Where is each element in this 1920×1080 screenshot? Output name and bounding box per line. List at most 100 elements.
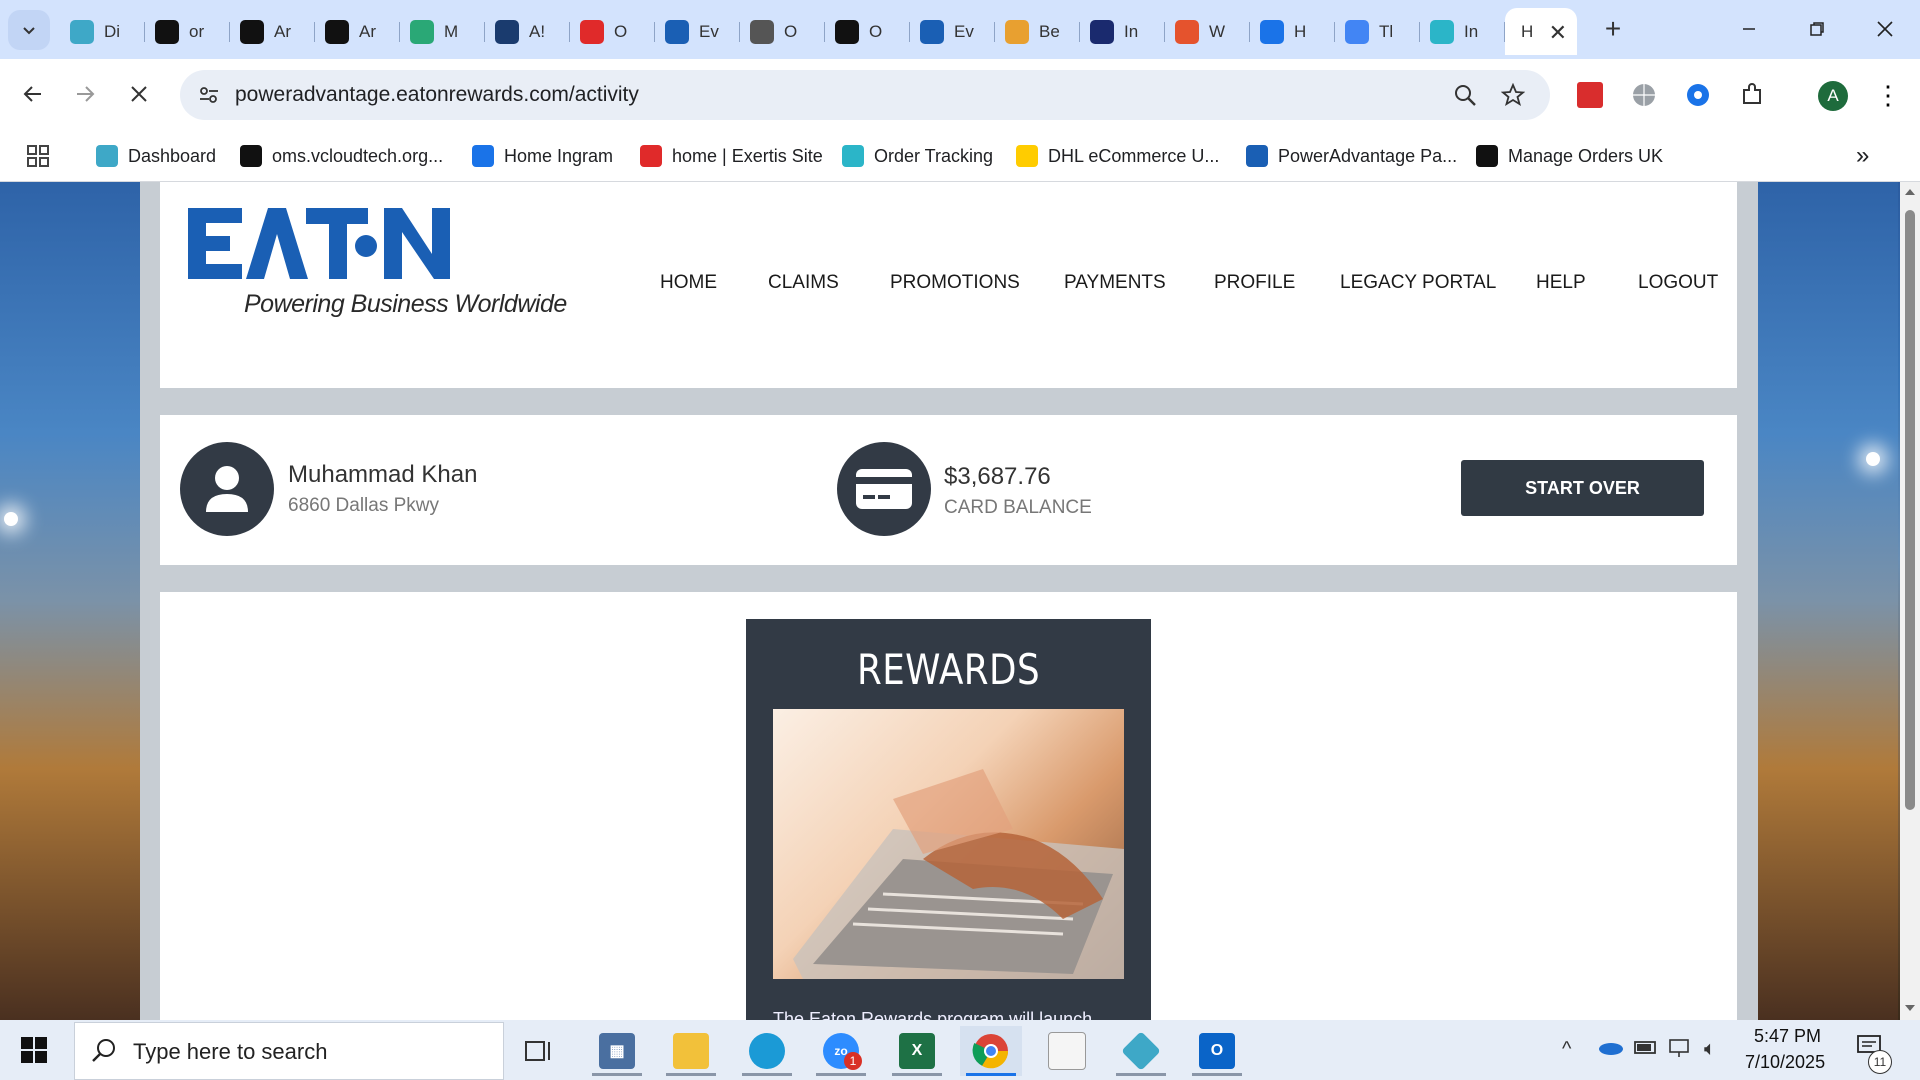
start-over-button[interactable]: START OVER [1461,460,1704,516]
profile-avatar[interactable]: A [1818,81,1848,111]
outlook-app-icon[interactable]: O [1186,1026,1248,1076]
apps-grid-icon[interactable] [26,143,50,169]
clock-date[interactable]: 7/10/2025 [1745,1052,1825,1073]
browser-tab[interactable]: Ev [910,8,995,55]
browser-tab[interactable]: In [1420,8,1505,55]
browser-tab[interactable]: Ar [315,8,400,55]
tab-title: Be [1039,21,1060,41]
scroll-down-icon[interactable] [1904,1004,1916,1014]
bookmark-star-icon[interactable] [1501,83,1525,107]
bookmark-item[interactable]: Manage Orders UK [1476,143,1663,169]
menu-kebab-icon[interactable]: ⋮ [1872,79,1904,111]
browser-tab[interactable]: Ar [230,8,315,55]
task-view-icon[interactable] [508,1026,570,1076]
web-page: Powering Business Worldwide HOME CLAIMS PR… [0,182,1900,1020]
bookmark-item[interactable]: PowerAdvantage Pa... [1246,143,1457,169]
zoom-app-icon[interactable]: zo 1 [810,1026,872,1076]
bookmark-item[interactable]: Order Tracking [842,143,993,169]
browser-tab[interactable]: In [1080,8,1165,55]
network-icon[interactable] [1668,1038,1694,1064]
zoom-badge: 1 [844,1052,862,1070]
clock-time[interactable]: 5:47 PM [1754,1026,1821,1047]
active-browser-tab[interactable]: H ✕ [1505,8,1577,55]
tab-title: A! [529,21,546,41]
more-bookmarks-icon[interactable]: » [1856,142,1869,169]
address-bar[interactable]: poweradvantage.eatonrewards.com/activity [180,70,1550,120]
chrome-app-icon[interactable] [960,1026,1022,1076]
puzzle-blue-extension-icon[interactable] [1682,79,1714,111]
browser-tab[interactable]: or [145,8,230,55]
browser-tab[interactable]: W [1165,8,1250,55]
zoom-icon[interactable] [1453,83,1477,107]
browser-tab[interactable]: O [825,8,910,55]
browser-tab[interactable]: O [740,8,825,55]
nav-link-payments[interactable]: PAYMENTS [1064,272,1166,294]
notepad-app-icon[interactable] [1036,1026,1098,1076]
nav-link-home[interactable]: HOME [660,272,717,294]
eaton-e-icon [920,19,944,44]
tab-title: M [444,21,459,41]
bookmark-item[interactable]: Home Ingram [472,143,613,169]
browser-tab[interactable]: Di [60,8,145,55]
stop-loading-button[interactable] [118,73,160,115]
close-icon [131,86,147,102]
browser-tab[interactable]: A! [485,8,570,55]
browser-tab[interactable]: M [400,8,485,55]
start-button[interactable] [14,1032,54,1068]
bookmark-label: oms.vcloudtech.org... [272,145,444,166]
nav-link-claims[interactable]: CLAIMS [768,272,839,294]
forward-button[interactable] [64,73,106,115]
browser-tab[interactable]: Tl [1335,8,1420,55]
excel-app-icon[interactable]: X [886,1026,948,1076]
scroll-up-icon[interactable] [1904,186,1916,196]
battery-icon[interactable] [1634,1038,1658,1062]
file-explorer-app-icon[interactable] [660,1026,722,1076]
tab-title: or [189,21,205,41]
notifications-icon[interactable]: 11 [1856,1034,1892,1074]
rewards-description: The Eaton Rewards program will launch [773,1009,1093,1020]
ingram-icon [472,145,494,167]
tab-title: W [1209,21,1226,41]
browser-tab[interactable]: H [1250,8,1335,55]
pdf-extension-icon[interactable] [1574,79,1606,111]
show-hidden-icons-icon[interactable]: ^ [1562,1038,1571,1061]
notification-count: 11 [1868,1050,1892,1074]
calculator-app-icon[interactable]: ▦ [586,1026,648,1076]
city-background-right [1758,182,1898,1020]
exertis-icon [640,145,662,167]
minimize-button[interactable] [1724,10,1774,48]
extensions-icon[interactable] [1736,79,1768,111]
back-button[interactable] [12,73,54,115]
globe-extension-icon[interactable] [1628,79,1660,111]
credit-card-icon [837,442,931,536]
scroll-thumb[interactable] [1905,210,1915,810]
nav-link-promotions[interactable]: PROMOTIONS [890,272,1020,294]
eaton-logo[interactable] [188,206,468,284]
nav-link-logout[interactable]: LOGOUT [1638,272,1718,294]
bookmark-item[interactable]: home | Exertis Site [640,143,823,169]
page-scrollbar[interactable] [1900,182,1920,1020]
bookmark-item[interactable]: oms.vcloudtech.org... [240,143,443,169]
nav-link-profile[interactable]: PROFILE [1214,272,1295,294]
city-background-left [0,182,140,1020]
tab-search-button[interactable] [8,10,50,50]
bookmark-item[interactable]: DHL eCommerce U... [1016,143,1219,169]
nav-link-legacy-portal[interactable]: LEGACY PORTAL [1340,272,1496,294]
windows-logo-icon [21,1037,47,1063]
volume-icon[interactable]: 🔈︎ [1704,1038,1716,1061]
close-tab-icon[interactable]: ✕ [1549,20,1567,46]
browser-tab[interactable]: Ev [655,8,740,55]
new-tab-button[interactable]: + [1596,12,1630,46]
edge-app-icon[interactable] [736,1026,798,1076]
browser-tab[interactable]: O [570,8,655,55]
browser-tab[interactable]: Be [995,8,1080,55]
close-window-button[interactable] [1860,10,1910,48]
hexagon-app-icon[interactable] [1110,1026,1172,1076]
nav-link-help[interactable]: HELP [1536,272,1586,294]
taskbar-search-box[interactable]: Type here to search [74,1022,504,1080]
bookmark-item[interactable]: Dashboard [96,143,216,169]
stack-icon [1175,19,1199,44]
rewards-panel[interactable]: REWARDS The Eaton Rewards program will l… [746,619,1151,1020]
onedrive-icon[interactable] [1598,1038,1624,1062]
restore-button[interactable] [1792,10,1842,48]
